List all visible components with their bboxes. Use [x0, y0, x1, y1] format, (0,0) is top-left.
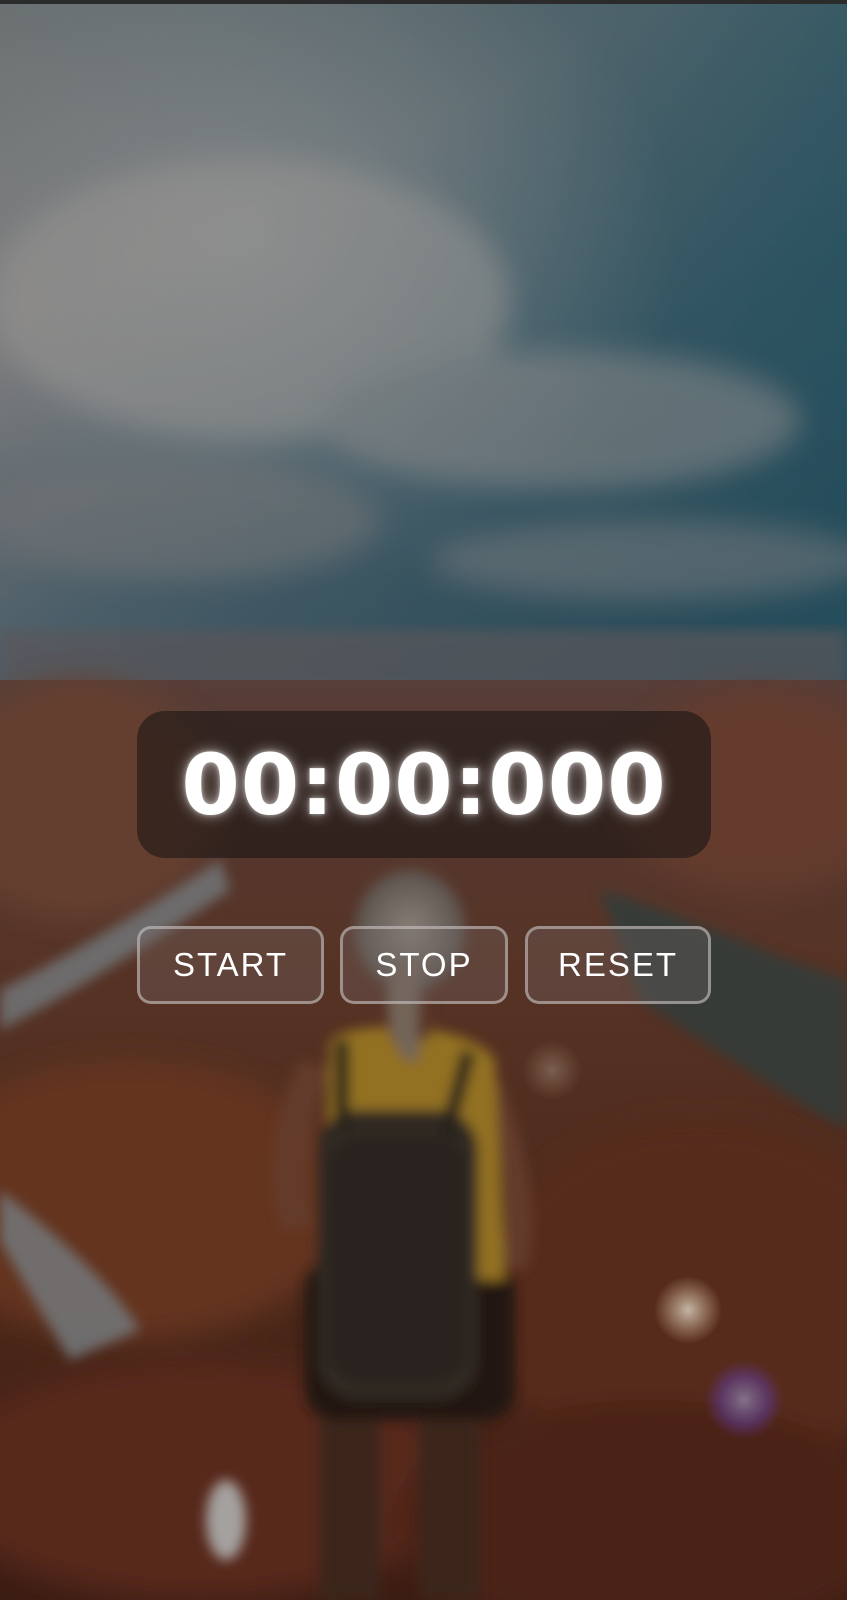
stop-button[interactable]: STOP: [340, 926, 508, 1004]
timer-readout: 00:00:000: [181, 735, 667, 834]
timer-display-panel: 00:00:000: [137, 711, 711, 858]
start-button[interactable]: START: [137, 926, 324, 1004]
status-bar-edge: [0, 0, 847, 4]
reset-button[interactable]: RESET: [525, 926, 711, 1004]
